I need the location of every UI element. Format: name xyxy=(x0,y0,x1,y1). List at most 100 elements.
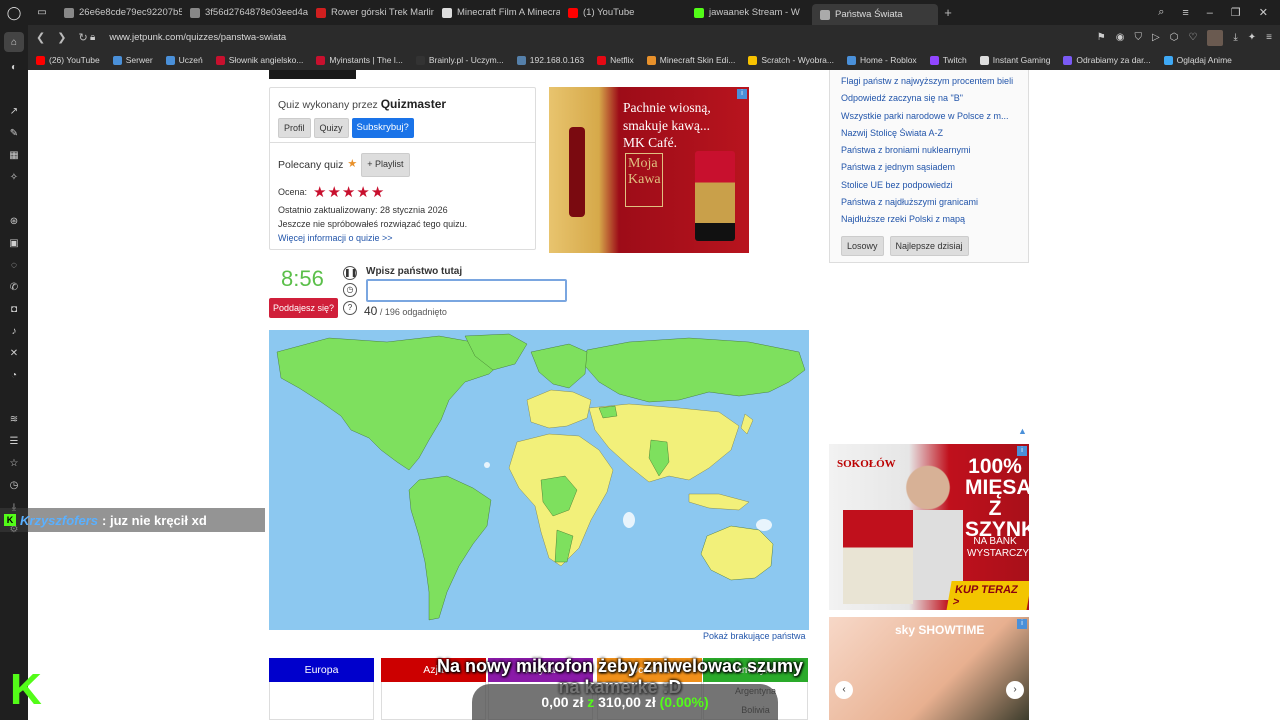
quiz-author[interactable]: Quizmaster xyxy=(381,97,446,111)
ad-info-icon[interactable]: i xyxy=(737,89,747,99)
aria-icon[interactable]: ↗ xyxy=(0,100,28,122)
back-icon[interactable]: ❮ xyxy=(36,31,45,44)
bookmark-label: Myinstants | The l... xyxy=(329,55,403,65)
grid-icon[interactable]: ▦ xyxy=(0,144,28,166)
related-quiz-link[interactable]: Wszystkie parki narodowe w Polsce z m... xyxy=(841,111,1017,128)
extensions-icon[interactable]: ⬡ xyxy=(1170,32,1179,43)
bookmark-item[interactable]: Scratch - Wyobra... xyxy=(748,55,834,65)
bookmark-item[interactable]: Instant Gaming xyxy=(979,55,1050,65)
whatsapp-icon[interactable]: ✆ xyxy=(0,276,28,298)
menu-icon[interactable]: ≡ xyxy=(1266,32,1272,43)
heart-icon[interactable]: ♡ xyxy=(1188,32,1197,43)
subscribe-button[interactable]: Subskrybuj? xyxy=(351,118,414,138)
browser-tab[interactable]: 26e6e8cde79ec92207b56 xyxy=(56,0,182,25)
url-field[interactable]: www.jetpunk.com/quizzes/panstwa-swiata xyxy=(109,32,286,43)
lock-icon[interactable]: 🔒︎ xyxy=(90,32,95,43)
shield-icon[interactable]: ⛉ xyxy=(1134,32,1142,43)
bookmark-item[interactable]: Oglądaj Anime xyxy=(1163,55,1232,65)
related-quiz-link[interactable]: Odpowiedź zaczyna się na "B" xyxy=(841,93,1017,110)
browser-tab-active[interactable]: Państwa Świata xyxy=(812,4,938,25)
history-icon[interactable]: ◷ xyxy=(0,474,28,496)
clock-icon[interactable]: ◷ xyxy=(343,283,357,297)
bookmark-item[interactable]: Netflix xyxy=(597,55,634,65)
vpn-icon[interactable]: ⊛ xyxy=(0,210,28,232)
browser-tab[interactable]: jawaanek Stream - W xyxy=(686,0,812,25)
stack-icon[interactable]: ☰ xyxy=(0,430,28,452)
rating-stars-icon[interactable]: ★★★★★ xyxy=(313,181,385,204)
maximize-icon[interactable]: ❐ xyxy=(1231,6,1241,19)
twitch-icon[interactable]: ▣ xyxy=(0,232,28,254)
ad-choices-icon[interactable]: ▲ xyxy=(1018,426,1029,437)
bookmark-item[interactable]: Twitch xyxy=(929,55,967,65)
bookmark-item[interactable]: Minecraft Skin Edi... xyxy=(646,55,735,65)
browser-tab[interactable]: Rower górski Trek Marlin xyxy=(308,0,434,25)
ad-info-icon[interactable]: i xyxy=(1017,446,1027,456)
tiktok-icon[interactable]: ♪ xyxy=(0,320,28,342)
close-icon[interactable]: ✕ xyxy=(1259,6,1268,19)
related-quiz-link[interactable]: Państwa z jednym sąsiadem xyxy=(841,162,1017,179)
ad-buy-button[interactable]: KUP TERAZ > xyxy=(946,581,1029,610)
related-quiz-link[interactable]: Flagi państw z najwyższym procentem biel… xyxy=(841,76,1017,93)
pen-icon[interactable]: ✎ xyxy=(0,122,28,144)
pin-icon[interactable]: ⚑ xyxy=(1097,32,1106,43)
ad-info-icon[interactable]: i xyxy=(1017,619,1027,629)
bookmark-item[interactable]: Myinstants | The l... xyxy=(316,55,403,65)
bookmark-item[interactable]: Słownik angielsko... xyxy=(215,55,303,65)
bookmark-item[interactable]: Uczeń xyxy=(165,55,203,65)
bookmark-item[interactable]: Serwer xyxy=(112,55,153,65)
meat-ad[interactable]: SOKOŁÓW 100% MIĘSA Z SZYNKI NA BANK WYST… xyxy=(829,444,1029,610)
bookmark-item[interactable]: Odrabiamy za dar... xyxy=(1063,55,1151,65)
browser-tab[interactable]: 3f56d2764878e03eed4a xyxy=(182,0,308,25)
minimize-icon[interactable]: – xyxy=(1207,7,1213,19)
forward-icon[interactable]: ❯ xyxy=(57,31,66,44)
gamepad-icon[interactable]: ◐ xyxy=(0,56,28,78)
discord-icon[interactable]: ◔ xyxy=(0,364,28,386)
quizzes-button[interactable]: Quizy xyxy=(313,118,349,138)
related-quiz-link[interactable]: Państwa z najdłuższymi granicami xyxy=(841,197,1017,214)
tab-overview-icon[interactable]: ▭ xyxy=(28,0,56,25)
puzzle-icon[interactable]: ✧ xyxy=(0,166,28,188)
reload-icon[interactable]: ↻ xyxy=(78,31,87,44)
x-icon[interactable]: ✕ xyxy=(0,342,28,364)
world-map[interactable] xyxy=(269,330,809,630)
separator xyxy=(0,78,28,100)
related-quiz-link[interactable]: Nazwij Stolicę Świata A-Z xyxy=(841,128,1017,145)
profile-button[interactable]: Profil xyxy=(278,118,311,138)
more-info-link[interactable]: Więcej informacji o quizie >> xyxy=(278,233,393,243)
ai-icon[interactable]: ✦ xyxy=(1248,32,1256,43)
skyshowtime-ad[interactable]: sky SHOWTIME ‹ › i xyxy=(829,617,1029,720)
bookmark-icon[interactable]: ☆ xyxy=(0,452,28,474)
bookmark-item[interactable]: Home - Roblox xyxy=(847,55,917,65)
site-logo[interactable] xyxy=(269,70,356,79)
coffee-ad[interactable]: Pachnie wiosną, smakuje kawą... MK Café.… xyxy=(549,87,749,253)
download-icon[interactable]: ⤓ xyxy=(1233,32,1237,43)
camera-icon[interactable]: ◉ xyxy=(1116,32,1125,43)
random-button[interactable]: Losowy xyxy=(841,235,884,256)
new-tab-icon[interactable]: + xyxy=(938,5,958,20)
play-icon[interactable]: ▷ xyxy=(1152,32,1160,43)
related-quiz-link[interactable]: Stolice UE bez podpowiedzi xyxy=(841,180,1017,197)
avatar[interactable] xyxy=(1207,29,1224,46)
bookmark-item[interactable]: Brainly.pl - Uczym... xyxy=(415,55,504,65)
carousel-next-icon[interactable]: › xyxy=(1006,681,1024,699)
home-icon[interactable]: ⌂ xyxy=(4,32,24,52)
help-icon[interactable]: ? xyxy=(343,301,357,315)
tab-menu-icon[interactable]: ≡ xyxy=(1182,7,1188,19)
related-quiz-link[interactable]: Najdłuższe rzeki Polski z mapą xyxy=(841,214,1017,231)
bookmark-item[interactable]: 192.168.0.163 xyxy=(516,55,584,65)
browser-tab[interactable]: (1) YouTube xyxy=(560,0,686,25)
instagram-icon[interactable]: ◘ xyxy=(0,298,28,320)
show-missing-link[interactable]: Pokaż brakujące państwa xyxy=(703,631,806,641)
opera-logo-icon[interactable]: ◯ xyxy=(0,0,28,25)
best-today-button[interactable]: Najlepsze dzisiaj xyxy=(889,235,969,256)
messenger-icon[interactable]: ◌ xyxy=(0,254,28,276)
related-quiz-link[interactable]: Państwa z broniami nuklearnymi xyxy=(841,145,1017,162)
pause-icon[interactable]: ❚❚ xyxy=(343,266,357,280)
bookmark-item[interactable]: (26) YouTube xyxy=(36,55,100,65)
answer-input[interactable] xyxy=(366,279,567,302)
spotify-icon[interactable]: ≋ xyxy=(0,408,28,430)
browser-tab[interactable]: Minecraft Film A Minecraft xyxy=(434,0,560,25)
search-icon[interactable]: ⌕ xyxy=(1158,6,1164,19)
playlist-button[interactable]: + Playlist xyxy=(361,153,410,177)
give-up-button[interactable]: Poddajesz się? xyxy=(269,298,339,318)
